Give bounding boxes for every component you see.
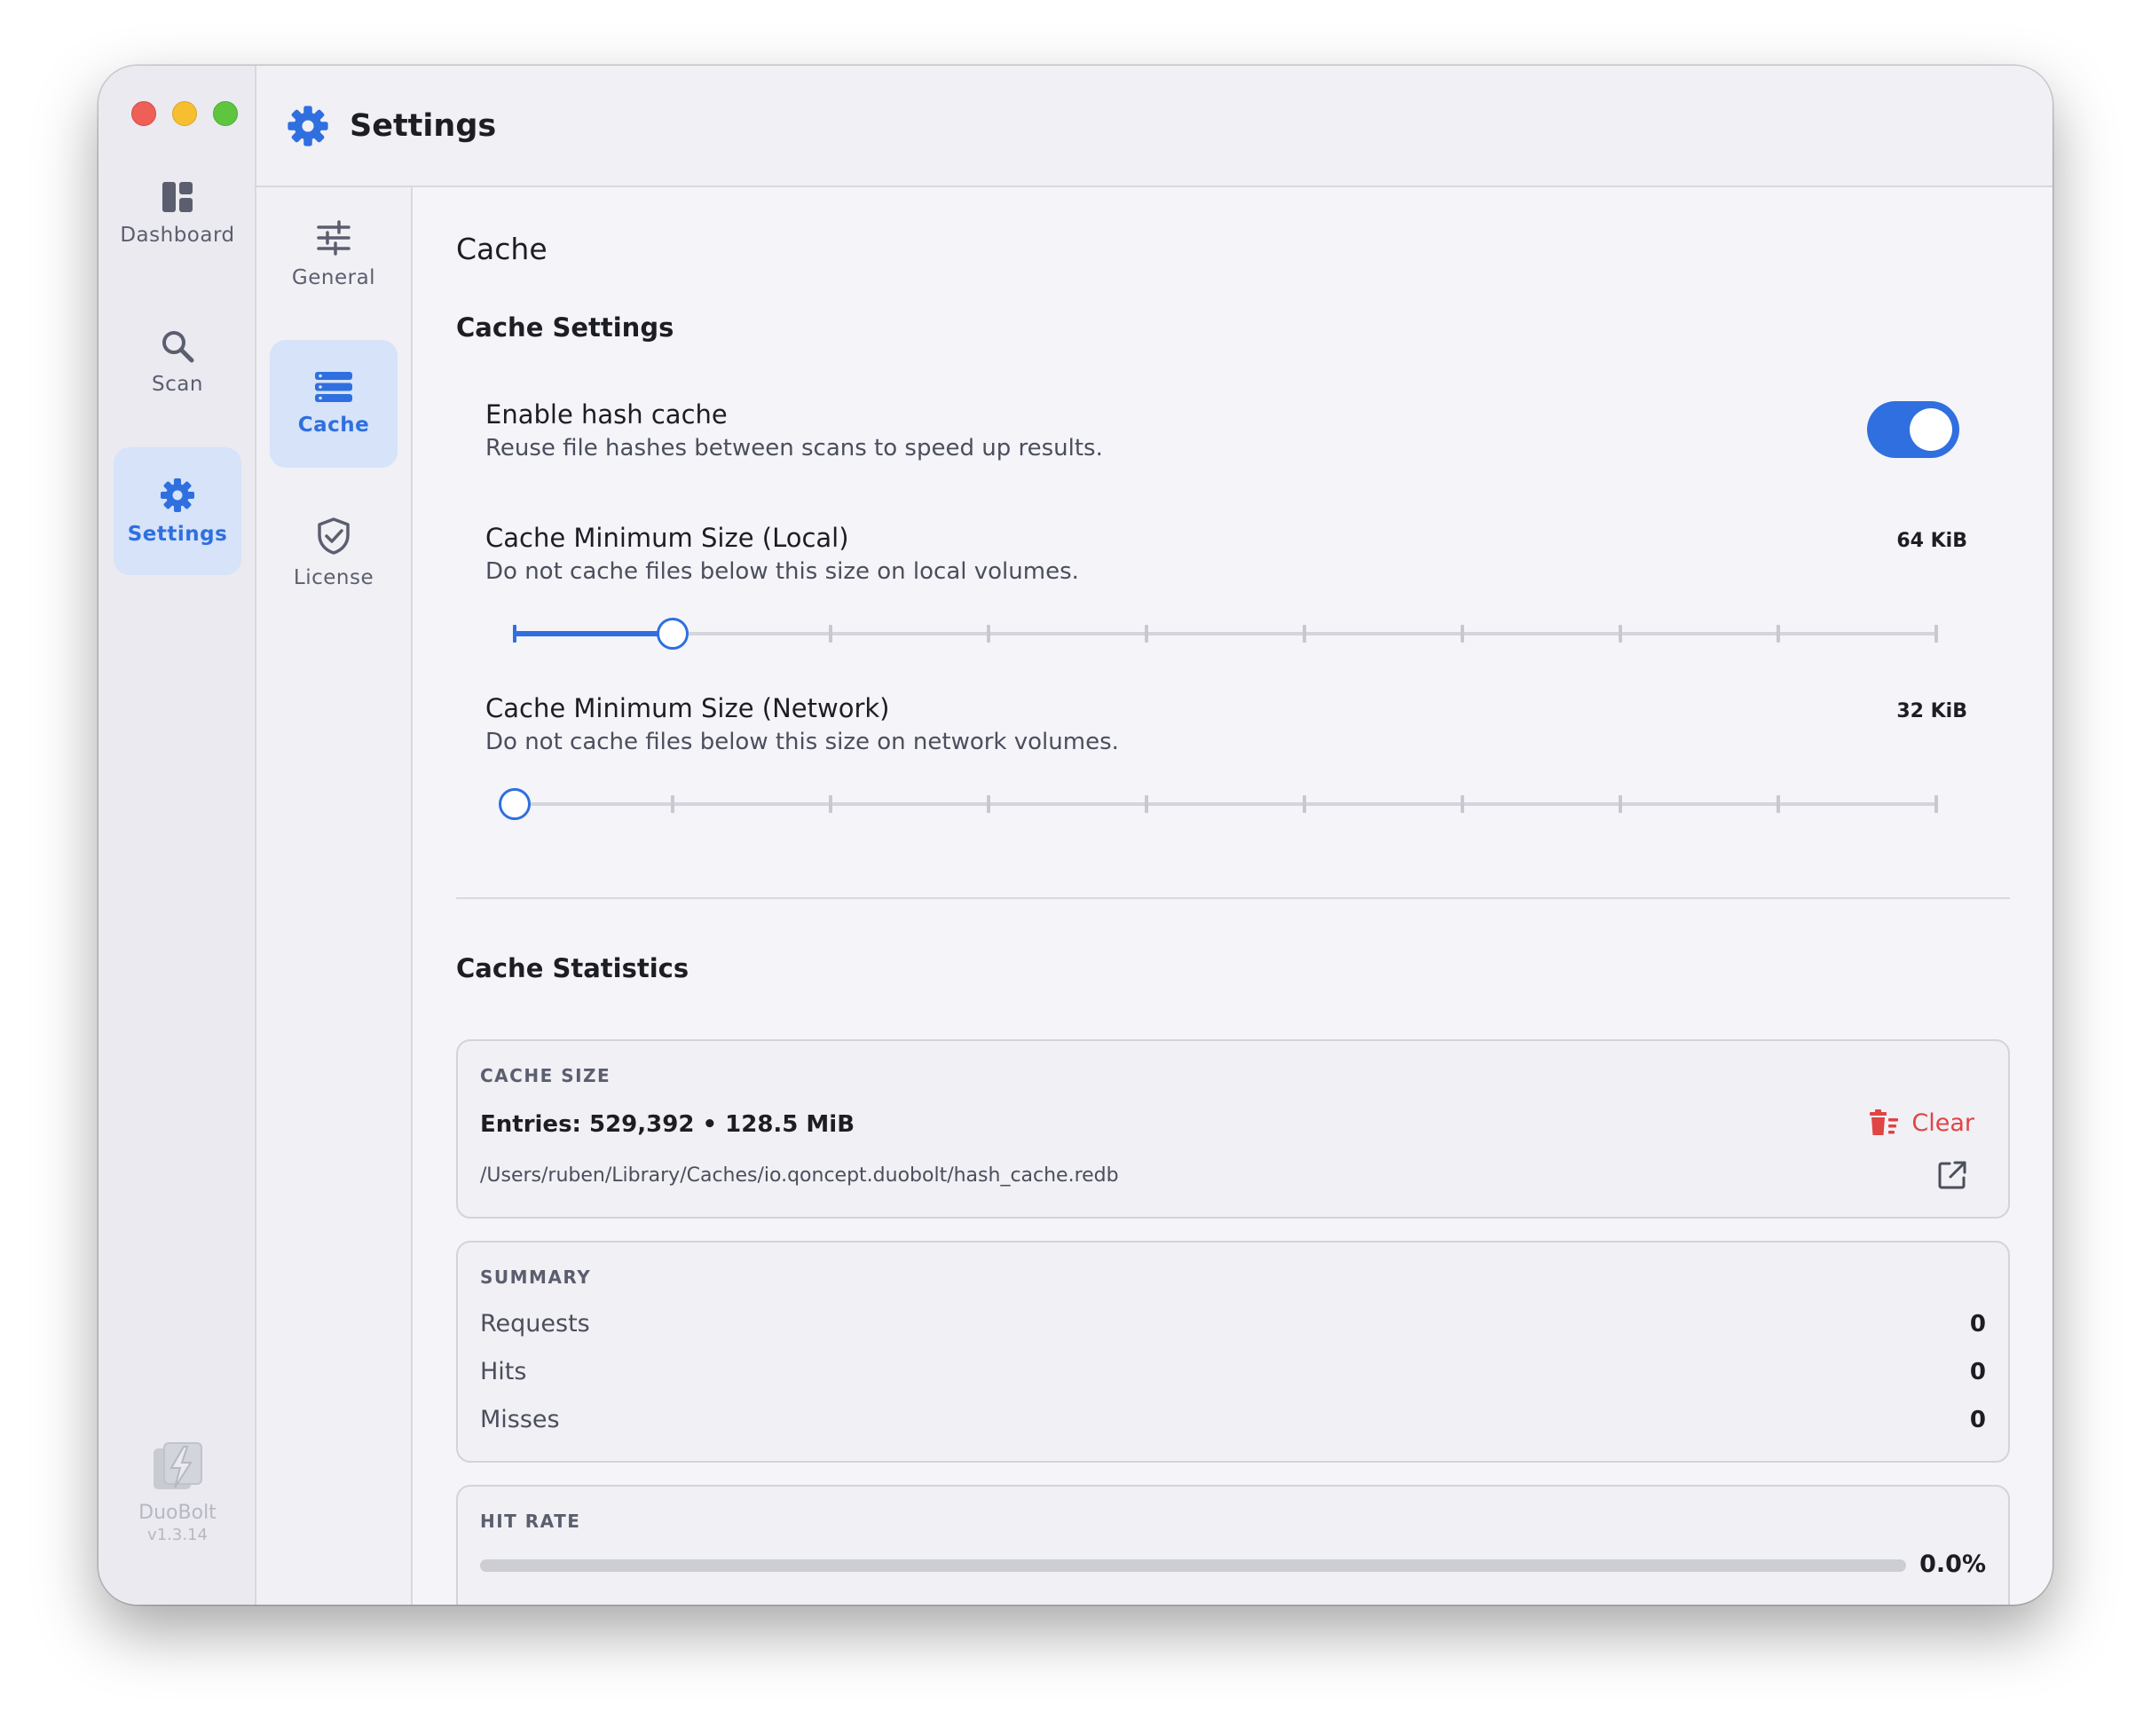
slider-tick [1460,625,1464,643]
slider-track [515,632,1936,635]
stat-misses-value: 0 [1969,1407,1986,1433]
min-size-network-title: Cache Minimum Size (Network) [485,693,890,723]
stat-hits-label: Hits [480,1358,527,1385]
card-label: HIT RATE [480,1511,581,1532]
app-version: v1.3.14 [147,1526,208,1544]
min-size-local-description: Do not cache files below this size on lo… [485,558,1079,585]
window-controls [131,101,238,126]
slider-thumb[interactable] [657,618,689,650]
slider-tick [1777,795,1780,813]
clear-cache-button[interactable]: Clear [1869,1109,1974,1137]
slider-tick [513,625,516,643]
min-size-local-value: 64 KiB [1896,530,1967,552]
slider-tick [1145,625,1148,643]
window-header: Settings [256,66,2053,187]
open-external-icon[interactable] [1937,1160,1967,1190]
slider-tick [1460,795,1464,813]
slider-tick [1619,795,1622,813]
sidebar-item-label: Scan [152,373,203,396]
stat-misses-label: Misses [480,1406,560,1433]
slider-tick [671,795,674,813]
tab-label: Cache [297,414,370,437]
page-title: Settings [350,107,497,144]
card-label: SUMMARY [480,1266,592,1288]
min-size-local-title: Cache Minimum Size (Local) [485,523,849,553]
sidebar-item-label: Settings [127,523,228,546]
card-label: CACHE SIZE [480,1065,611,1086]
dashboard-icon [162,182,193,212]
slider-tick [986,795,990,813]
hash-cache-description: Reuse file hashes between scans to speed… [485,435,1103,462]
summary-card: SUMMARY Requests 0 Hits 0 Misses 0 [456,1241,2010,1463]
storage-icon [315,372,352,402]
slider-tick [1619,625,1622,643]
primary-sidebar: Dashboard Scan Settings DuoBolt v1.3.14 [98,66,256,1605]
tab-label: License [293,566,374,589]
hit-rate-value: 0.0% [1919,1551,1986,1578]
min-size-local-slider[interactable] [513,616,1938,651]
toggle-knob [1910,408,1952,451]
close-window-button[interactable] [131,101,156,126]
tab-general[interactable]: General [270,191,398,319]
minimize-window-button[interactable] [172,101,197,126]
cache-statistics-title: Cache Statistics [456,953,689,983]
min-size-network-description: Do not cache files below this size on ne… [485,729,1119,755]
app-brand: DuoBolt v1.3.14 [98,1440,256,1544]
hit-rate-card: HIT RATE 0.0% [456,1485,2010,1605]
slider-track [515,802,1936,806]
sidebar-item-dashboard[interactable]: Dashboard [114,149,241,277]
sliders-icon [317,220,351,256]
cache-size-card: CACHE SIZE Entries: 529,392 • 128.5 MiB … [456,1039,2010,1219]
slider-tick [1934,795,1938,813]
gear-icon [161,478,194,512]
slider-tick [829,625,832,643]
hash-cache-toggle[interactable] [1867,401,1959,458]
stat-requests-label: Requests [480,1310,590,1338]
slider-tick [829,795,832,813]
clear-label: Clear [1911,1109,1974,1137]
brand-name: DuoBolt [138,1502,217,1524]
search-icon [162,331,194,363]
settings-subnav: General Cache License [256,187,413,1605]
sidebar-item-label: Dashboard [120,224,235,247]
duobolt-logo-icon [154,1442,202,1489]
gear-icon [288,105,328,146]
slider-thumb[interactable] [499,788,531,820]
zoom-window-button[interactable] [213,101,238,126]
sidebar-item-scan[interactable]: Scan [114,298,241,426]
slider-tick [1934,625,1938,643]
tab-license[interactable]: License [270,489,398,617]
stat-requests-value: 0 [1969,1311,1986,1338]
min-size-network-slider[interactable] [499,786,1938,822]
slider-fill [515,631,673,636]
trash-icon [1870,1109,1899,1135]
cache-settings-title: Cache Settings [456,312,674,343]
stat-hits-value: 0 [1969,1359,1986,1385]
app-window: Dashboard Scan Settings DuoBolt v1.3.14 … [98,66,2053,1605]
slider-tick [1777,625,1780,643]
tab-cache[interactable]: Cache [270,340,398,468]
min-size-network-value: 32 KiB [1896,700,1967,722]
tab-label: General [291,266,376,289]
cache-file-path: /Users/ruben/Library/Caches/io.qoncept.d… [480,1164,1119,1187]
section-heading: Cache [456,232,548,266]
hit-rate-bar [480,1559,1906,1572]
sidebar-item-settings[interactable]: Settings [114,447,241,575]
hash-cache-title: Enable hash cache [485,399,728,430]
section-divider [456,897,2010,899]
slider-tick [1145,795,1148,813]
slider-tick [986,625,990,643]
cache-entries: Entries: 529,392 • 128.5 MiB [480,1111,855,1138]
slider-tick [1303,795,1306,813]
shield-check-icon [318,517,350,555]
slider-tick [1303,625,1306,643]
